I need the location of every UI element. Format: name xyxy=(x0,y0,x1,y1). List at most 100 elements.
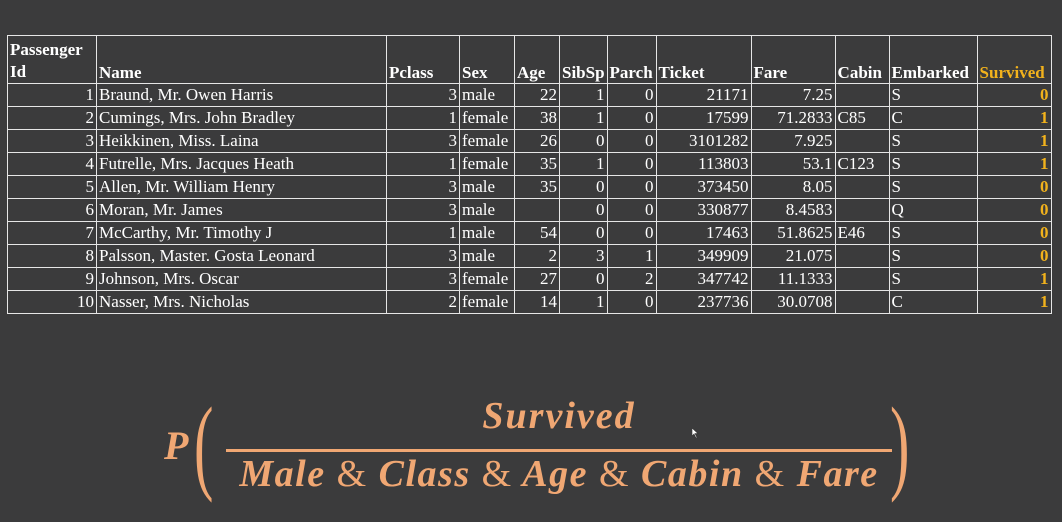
cell-name: Futrelle, Mrs. Jacques Heath xyxy=(96,152,387,176)
cell-fare: 21.075 xyxy=(750,244,836,268)
cell-cabin xyxy=(834,175,890,199)
column-header-embarked: Embarked xyxy=(888,35,978,84)
cell-sex: female xyxy=(459,267,515,291)
cell-name: Moran, Mr. James xyxy=(96,198,387,222)
cell-sibsp: 0 xyxy=(559,221,608,245)
cell-pclass: 1 xyxy=(386,106,460,130)
cell-parch: 2 xyxy=(606,267,657,291)
formula-term: Male xyxy=(239,453,326,495)
column-header-cabin: Cabin xyxy=(834,35,890,84)
cell-pclass: 3 xyxy=(386,129,460,153)
cell-sibsp: 1 xyxy=(559,106,608,130)
cell-parch: 0 xyxy=(606,83,657,107)
column-header-pclass: Pclass xyxy=(386,35,460,84)
cell-survived: 1 xyxy=(976,152,1052,176)
cell-sibsp: 0 xyxy=(559,175,608,199)
cell-ticket: 3101282 xyxy=(655,129,752,153)
cell-embarked: C xyxy=(888,106,978,130)
formula-joiner: & xyxy=(598,453,631,495)
column-header-fare: Fare xyxy=(750,35,836,84)
cell-survived: 0 xyxy=(976,175,1052,199)
table-body: 1 Braund, Mr. Owen Harris 3 male 22 1 0 21171 7.… xyxy=(7,83,1052,314)
cell-fare: 8.05 xyxy=(750,175,836,199)
cell-age: 14 xyxy=(514,290,560,314)
column-header-sibsp: SibSp xyxy=(559,35,608,84)
cell-name: Braund, Mr. Owen Harris xyxy=(96,83,387,107)
cell-cabin xyxy=(834,198,890,222)
cell-survived: 0 xyxy=(976,221,1052,245)
table-row: 6 Moran, Mr. James 3 male 0 0 330877 8.4583 Q 0 xyxy=(7,198,1052,222)
cell-cabin xyxy=(834,290,890,314)
cell-embarked: S xyxy=(888,267,978,291)
cell-fare: 30.0708 xyxy=(750,290,836,314)
cell-parch: 0 xyxy=(606,198,657,222)
cell-survived: 1 xyxy=(976,290,1052,314)
cell-pclass: 2 xyxy=(386,290,460,314)
cell-sibsp: 0 xyxy=(559,198,608,222)
cell-fare: 71.2833 xyxy=(750,106,836,130)
cell-passenger-id: 2 xyxy=(7,106,97,130)
formula-denominator: Male & Class & Age & Cabin & Fare xyxy=(224,452,894,496)
cell-age: 38 xyxy=(514,106,560,130)
column-header-survived: Survived xyxy=(976,35,1052,84)
cell-pclass: 3 xyxy=(386,244,460,268)
cell-passenger-id: 1 xyxy=(7,83,97,107)
cell-cabin: C85 xyxy=(834,106,890,130)
table-row: 3 Heikkinen, Miss. Laina 3 female 26 0 0 310128… xyxy=(7,129,1052,153)
column-header-passenger-id: Passenger Id xyxy=(7,35,97,84)
cell-cabin: E46 xyxy=(834,221,890,245)
cell-sibsp: 1 xyxy=(559,83,608,107)
cell-sex: female xyxy=(459,106,515,130)
formula-prefix: P xyxy=(164,423,189,468)
column-header-age: Age xyxy=(514,35,560,84)
cell-ticket: 237736 xyxy=(655,290,752,314)
cell-pclass: 3 xyxy=(386,267,460,291)
titanic-data-table: Passenger Id Name Pclass Sex Age SibSp Pa… xyxy=(7,35,1052,314)
cell-age: 35 xyxy=(514,175,560,199)
cell-ticket: 330877 xyxy=(655,198,752,222)
cell-cabin xyxy=(834,244,890,268)
header-line2: Id xyxy=(10,62,27,81)
table-row: 2 Cumings, Mrs. John Bradley 1 female 38 1 0 17… xyxy=(7,106,1052,130)
formula-term: Cabin xyxy=(641,453,744,495)
cell-pclass: 3 xyxy=(386,175,460,199)
cell-sex: female xyxy=(459,129,515,153)
cell-ticket: 21171 xyxy=(655,83,752,107)
column-header-sex: Sex xyxy=(459,35,515,84)
cell-sibsp: 0 xyxy=(559,267,608,291)
cell-age: 27 xyxy=(514,267,560,291)
table-row: 1 Braund, Mr. Owen Harris 3 male 22 1 0 21171 7.… xyxy=(7,83,1052,107)
cell-ticket: 17599 xyxy=(655,106,752,130)
cell-pclass: 3 xyxy=(386,198,460,222)
formula-joiner: & xyxy=(754,453,786,495)
cell-sibsp: 3 xyxy=(559,244,608,268)
cell-name: Heikkinen, Miss. Laina xyxy=(96,129,387,153)
formula-term: Class xyxy=(378,453,471,495)
cell-sibsp: 1 xyxy=(559,152,608,176)
cell-fare: 8.4583 xyxy=(750,198,836,222)
cell-embarked: S xyxy=(888,129,978,153)
cell-age: 2 xyxy=(514,244,560,268)
cell-passenger-id: 4 xyxy=(7,152,97,176)
cell-parch: 0 xyxy=(606,175,657,199)
formula-close-paren: ) xyxy=(889,386,910,503)
cell-survived: 0 xyxy=(976,244,1052,268)
cell-fare: 53.1 xyxy=(750,152,836,176)
header-line1: Passenger xyxy=(10,40,83,59)
cell-passenger-id: 7 xyxy=(7,221,97,245)
table-row: 9 Johnson, Mrs. Oscar 3 female 27 0 2 347742 11.… xyxy=(7,267,1052,291)
cell-passenger-id: 3 xyxy=(7,129,97,153)
cell-fare: 51.8625 xyxy=(750,221,836,245)
cell-age: 26 xyxy=(514,129,560,153)
cell-survived: 1 xyxy=(976,129,1052,153)
formula-term: Age xyxy=(522,453,588,495)
cell-fare: 7.925 xyxy=(750,129,836,153)
cell-parch: 1 xyxy=(606,244,657,268)
column-header-name: Name xyxy=(96,35,387,84)
formula-numerator: Survived xyxy=(482,395,636,437)
table-row: 10 Nasser, Mrs. Nicholas 2 female 14 1 0 237736… xyxy=(7,290,1052,314)
cell-sex: female xyxy=(459,290,515,314)
formula-term: Fare xyxy=(796,453,879,495)
cell-name: Johnson, Mrs. Oscar xyxy=(96,267,387,291)
cell-parch: 0 xyxy=(606,129,657,153)
